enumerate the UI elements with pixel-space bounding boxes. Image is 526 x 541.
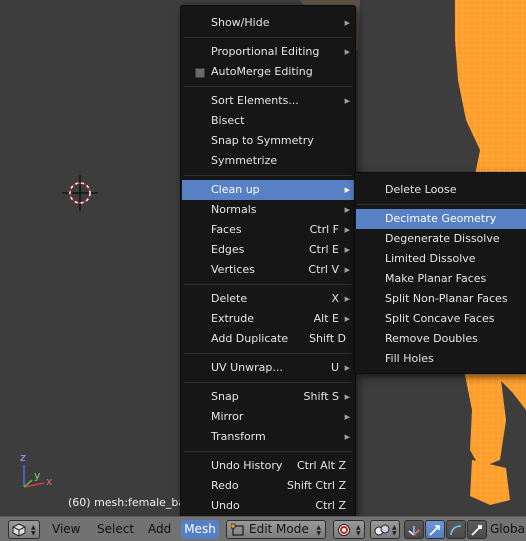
submenu-arrow-icon: ▶	[344, 206, 350, 214]
orientation-selector[interactable]: Global	[490, 520, 526, 539]
submenu-item-make-planar-faces[interactable]: Make Planar Faces	[356, 269, 526, 289]
updown-arrows-icon: ▲ ▼	[356, 524, 361, 537]
editor-type-cube-icon	[12, 523, 26, 537]
shortcut-label: Ctrl Alt Z	[297, 459, 346, 472]
menu-separator	[184, 451, 352, 452]
header-menu-mesh[interactable]: Mesh	[181, 520, 219, 539]
submenu-item-degenerate-dissolve[interactable]: Degenerate Dissolve	[356, 229, 526, 249]
menu-item-symmetrize[interactable]: Symmetrize	[182, 151, 354, 171]
submenu-arrow-icon: ▶	[344, 433, 350, 441]
menu-item-clean-up[interactable]: Clean up ▶	[182, 180, 354, 200]
menu-item-add-duplicate[interactable]: Add Duplicate Shift D	[182, 329, 354, 349]
manipulator-toggle[interactable]	[404, 520, 424, 539]
menu-separator	[184, 37, 352, 38]
checkbox-icon[interactable]	[195, 68, 205, 78]
rotate-icon	[450, 525, 462, 536]
submenu-item-remove-doubles[interactable]: Remove Doubles	[356, 329, 526, 349]
submenu-arrow-icon: ▶	[344, 48, 350, 56]
menu-item-mirror[interactable]: Mirror ▶	[182, 407, 354, 427]
submenu-item-limited-dissolve[interactable]: Limited Dissolve	[356, 249, 526, 269]
updown-arrows-icon: ▲ ▼	[392, 524, 397, 537]
shading-icon	[374, 524, 390, 536]
submenu-item-fill-holes[interactable]: Fill Holes	[356, 349, 526, 369]
submenu-arrow-icon: ▶	[344, 226, 350, 234]
menu-item-redo[interactable]: Redo Shift Ctrl Z	[182, 476, 354, 496]
shortcut-label: Ctrl E	[308, 243, 339, 256]
axis-y-label: y	[34, 469, 41, 482]
scale-icon	[471, 525, 482, 536]
menu-separator	[184, 175, 352, 176]
menu-item-proportional-editing[interactable]: Proportional Editing ▶	[182, 42, 354, 62]
translate-icon	[429, 525, 440, 536]
3d-cursor-icon[interactable]	[62, 175, 98, 211]
menu-item-extrude[interactable]: Extrude Alt E ▶	[182, 309, 354, 329]
shading-selector[interactable]: ▲ ▼	[370, 520, 400, 539]
shortcut-label: X	[331, 292, 339, 305]
pivot-selector[interactable]: ▲ ▼	[333, 520, 365, 539]
submenu-arrow-icon: ▶	[344, 97, 350, 105]
menu-separator	[184, 284, 352, 285]
menu-item-vertices[interactable]: Vertices Ctrl V ▶	[182, 260, 354, 280]
mesh-menu: Show/Hide ▶ Proportional Editing ▶ AutoMer…	[180, 5, 356, 518]
shortcut-label: Ctrl Z	[315, 499, 346, 512]
pivot-icon	[338, 524, 350, 536]
menu-separator	[358, 204, 524, 205]
submenu-arrow-icon: ▶	[344, 295, 350, 303]
axis-gizmo: z x y	[12, 451, 62, 500]
menu-item-faces[interactable]: Faces Ctrl F ▶	[182, 220, 354, 240]
rotate-toggle[interactable]	[446, 520, 466, 539]
menu-item-undo-history[interactable]: Undo History Ctrl Alt Z	[182, 456, 354, 476]
viewport-header: ▲ ▼ View Select Add Mesh Edit Mode ▲ ▼ ▲ ▼ …	[0, 516, 526, 541]
cleanup-submenu: Delete Loose Decimate Geometry Degenerat…	[354, 172, 526, 374]
menu-item-normals[interactable]: Normals ▶	[182, 200, 354, 220]
scale-toggle[interactable]	[467, 520, 487, 539]
submenu-arrow-icon: ▶	[344, 364, 350, 372]
editor-type-button[interactable]: ▲ ▼	[8, 520, 40, 539]
shortcut-label: U	[330, 361, 339, 374]
translate-toggle[interactable]	[425, 520, 445, 539]
menu-item-undo[interactable]: Undo Ctrl Z	[182, 496, 354, 516]
submenu-item-decimate-geometry[interactable]: Decimate Geometry	[356, 209, 526, 229]
menu-separator	[184, 86, 352, 87]
menu-item-snap[interactable]: Snap Shift S ▶	[182, 387, 354, 407]
menu-item-sort-elements[interactable]: Sort Elements... ▶	[182, 91, 354, 111]
shortcut-label: Shift S	[303, 390, 339, 403]
menu-item-automerge-editing[interactable]: AutoMerge Editing	[182, 62, 354, 82]
menu-item-bisect[interactable]: Bisect	[182, 111, 354, 131]
axis-x-label: x	[46, 475, 53, 488]
updown-arrows-icon: ▲ ▼	[316, 524, 321, 537]
axis-z-label: z	[20, 451, 26, 464]
header-menu-select[interactable]: Select	[97, 520, 134, 539]
menu-item-edges[interactable]: Edges Ctrl E ▶	[182, 240, 354, 260]
menu-item-show-hide[interactable]: Show/Hide ▶	[182, 13, 354, 33]
menu-item-uv-unwrap[interactable]: UV Unwrap... U ▶	[182, 358, 354, 378]
submenu-item-delete-loose[interactable]: Delete Loose	[356, 180, 526, 200]
edit-mode-icon	[231, 523, 244, 536]
menu-item-transform[interactable]: Transform ▶	[182, 427, 354, 447]
updown-arrows-icon: ▲ ▼	[31, 524, 36, 537]
manipulator-icon	[408, 526, 420, 536]
header-menu-add[interactable]: Add	[148, 520, 171, 539]
submenu-item-split-non-planar-faces[interactable]: Split Non-Planar Faces	[356, 289, 526, 309]
menu-item-snap-to-symmetry[interactable]: Snap to Symmetry	[182, 131, 354, 151]
shortcut-label: Shift D	[309, 332, 346, 345]
submenu-arrow-icon: ▶	[344, 393, 350, 401]
menu-item-delete[interactable]: Delete X ▶	[182, 289, 354, 309]
menu-separator	[184, 382, 352, 383]
shortcut-label: Ctrl V	[308, 263, 339, 276]
submenu-item-split-concave-faces[interactable]: Split Concave Faces	[356, 309, 526, 329]
submenu-arrow-icon: ▶	[344, 413, 350, 421]
shortcut-label: Shift Ctrl Z	[286, 479, 346, 492]
shortcut-label: Ctrl F	[309, 223, 339, 236]
submenu-arrow-icon: ▶	[344, 246, 350, 254]
menu-separator	[184, 353, 352, 354]
submenu-arrow-icon: ▶	[344, 19, 350, 27]
submenu-arrow-icon: ▶	[344, 186, 350, 194]
submenu-arrow-icon: ▶	[344, 266, 350, 274]
submenu-arrow-icon: ▶	[344, 315, 350, 323]
header-menu-view[interactable]: View	[52, 520, 80, 539]
mode-selector[interactable]: Edit Mode ▲ ▼	[226, 520, 326, 539]
shortcut-label: Alt E	[313, 312, 339, 325]
